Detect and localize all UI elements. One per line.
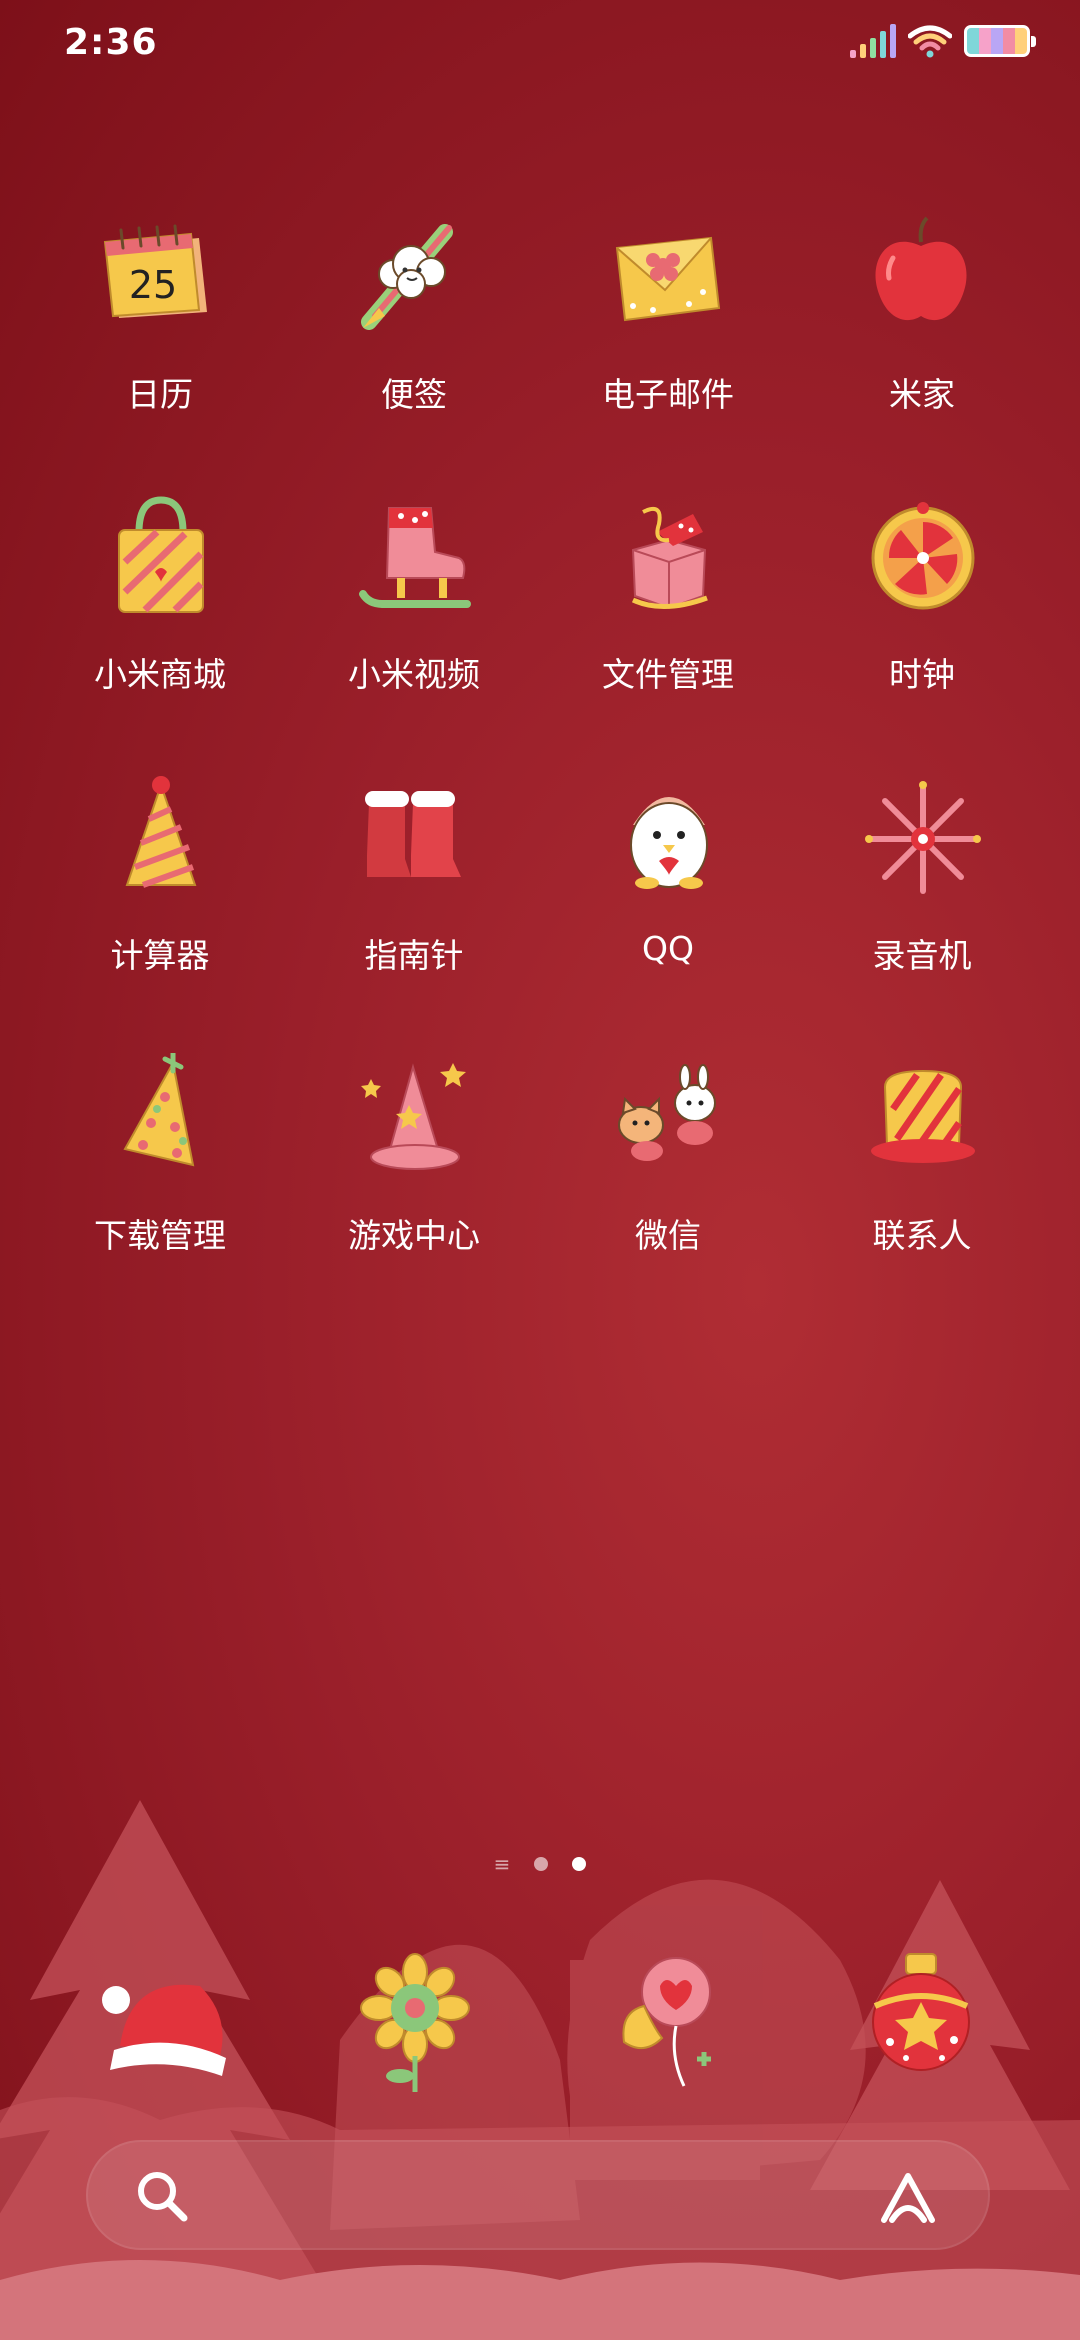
firework-icon bbox=[865, 781, 981, 894]
signal-icon bbox=[850, 24, 896, 58]
wizard-hat-icon bbox=[361, 1063, 466, 1170]
app-label: 便签 bbox=[381, 375, 447, 414]
notes-icon bbox=[361, 224, 453, 330]
ice-skate-icon bbox=[359, 507, 471, 608]
app-label: 计算器 bbox=[110, 936, 210, 975]
app-recorder[interactable]: 录音机 bbox=[795, 773, 1049, 993]
app-label: 米家 bbox=[889, 375, 955, 414]
ornament-icon bbox=[872, 1953, 970, 2071]
orange-slice-icon bbox=[871, 502, 975, 610]
app-label: 电子邮件 bbox=[602, 375, 734, 414]
app-label: 日历 bbox=[127, 375, 193, 414]
app-calendar[interactable]: 25 日历 bbox=[33, 212, 287, 432]
cat-and-bunny-icon bbox=[618, 1064, 716, 1161]
dock-app-3[interactable] bbox=[600, 1946, 750, 2096]
party-hat-icon bbox=[125, 776, 197, 888]
shopping-bag-icon bbox=[118, 496, 204, 613]
assistant-icon[interactable] bbox=[876, 2168, 940, 2228]
app-notes[interactable]: 便签 bbox=[287, 212, 541, 432]
party-hat-dots-icon bbox=[123, 1053, 195, 1167]
status-bar: 2:36 bbox=[0, 0, 1080, 96]
wifi-icon bbox=[908, 25, 952, 58]
heart-balloon-icon bbox=[622, 1957, 711, 2087]
search-icon[interactable] bbox=[134, 2168, 190, 2224]
app-wechat[interactable]: 微信 bbox=[541, 1053, 795, 1273]
app-download-manager[interactable]: 下载管理 bbox=[33, 1053, 287, 1273]
app-label: 联系人 bbox=[872, 1216, 972, 1255]
app-email[interactable]: 电子邮件 bbox=[541, 212, 795, 432]
app-label: 微信 bbox=[635, 1216, 701, 1255]
santa-hat-icon bbox=[102, 1984, 226, 2076]
app-contacts[interactable]: 联系人 bbox=[795, 1053, 1049, 1273]
calendar-icon: 25 bbox=[103, 224, 207, 318]
app-label: 小米商城 bbox=[94, 655, 226, 694]
page-list-icon[interactable]: ≡ bbox=[494, 1852, 511, 1876]
app-label: 录音机 bbox=[872, 936, 972, 975]
app-label: 时钟 bbox=[889, 655, 955, 694]
penguin-icon bbox=[630, 797, 708, 889]
app-label: 下载管理 bbox=[94, 1216, 226, 1255]
app-label: 小米视频 bbox=[348, 655, 480, 694]
app-calculator[interactable]: 计算器 bbox=[33, 773, 287, 993]
email-icon bbox=[615, 236, 721, 322]
page-dot-2-active[interactable] bbox=[572, 1857, 587, 1871]
status-icons bbox=[850, 24, 1036, 58]
app-compass[interactable]: 指南针 bbox=[287, 773, 541, 993]
dock-app-2[interactable] bbox=[340, 1946, 490, 2096]
sunflower-icon bbox=[360, 1953, 470, 2092]
app-mi-store[interactable]: 小米商城 bbox=[33, 492, 287, 712]
status-time: 2:36 bbox=[64, 22, 158, 63]
app-file-manager[interactable]: 文件管理 bbox=[541, 492, 795, 712]
app-game-center[interactable]: 游戏中心 bbox=[287, 1053, 541, 1273]
page-indicator[interactable]: ≡ bbox=[0, 1852, 1080, 1876]
search-bar[interactable] bbox=[86, 2140, 990, 2250]
app-label: 指南针 bbox=[364, 936, 464, 975]
app-mi-home[interactable]: 米家 bbox=[795, 212, 1049, 432]
dock-app-1[interactable] bbox=[90, 1946, 240, 2096]
apple-icon bbox=[875, 216, 967, 321]
app-qq[interactable]: QQ bbox=[541, 773, 795, 993]
gift-box-icon bbox=[631, 507, 708, 610]
top-hat-icon bbox=[871, 1069, 975, 1163]
dock-app-4[interactable] bbox=[846, 1946, 996, 2096]
boots-icon bbox=[365, 791, 461, 877]
battery-icon bbox=[964, 25, 1036, 57]
app-mi-video[interactable]: 小米视频 bbox=[287, 492, 541, 712]
page-dot-1[interactable] bbox=[534, 1857, 549, 1871]
svg-text:25: 25 bbox=[129, 263, 177, 307]
app-clock[interactable]: 时钟 bbox=[795, 492, 1049, 712]
app-label: 文件管理 bbox=[602, 655, 734, 694]
app-label: QQ bbox=[642, 929, 694, 968]
app-label: 游戏中心 bbox=[348, 1216, 480, 1255]
